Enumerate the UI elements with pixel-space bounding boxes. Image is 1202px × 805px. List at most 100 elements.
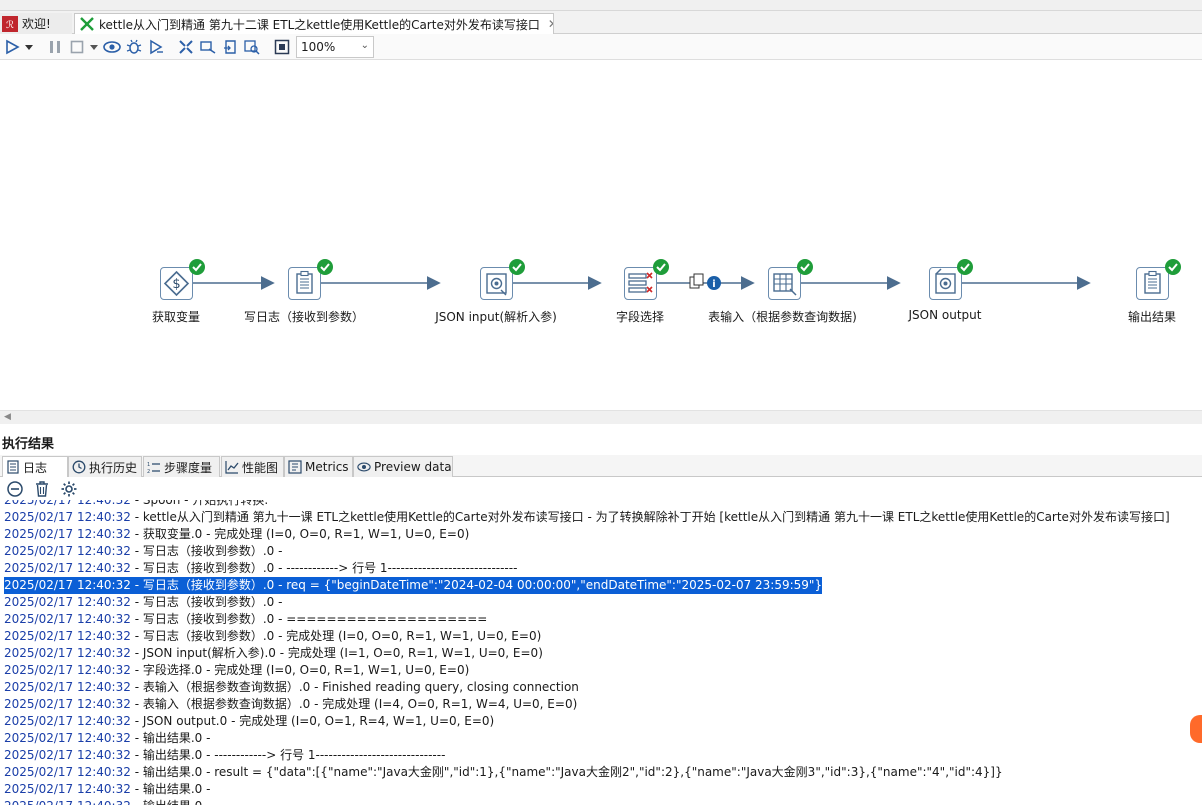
log-timestamp: 2025/02/17 12:40:32 [4, 510, 131, 524]
replay-icon[interactable] [146, 37, 165, 56]
log-message: - 写日志（接收到参数）.0 - ==================== [130, 612, 488, 626]
log-line[interactable]: 2025/02/17 12:40:32 - 输出结果.0 - [4, 781, 210, 798]
clear-log-icon[interactable] [5, 479, 25, 499]
tab-metrics-label: Metrics [305, 460, 349, 474]
transformation-icon [79, 16, 95, 32]
svg-text:i: i [712, 279, 715, 290]
window-top-strip [0, 0, 1202, 11]
log-line[interactable]: 2025/02/17 12:40:32 - JSON input(解析入参).0… [4, 645, 543, 662]
success-check-icon [317, 259, 333, 275]
log-line[interactable]: 2025/02/17 12:40:32 - 输出结果.0 - ---------… [4, 747, 445, 764]
log-text-area[interactable]: 2025/02/17 12:40:32 - Spoon - 开始执行转换. 202… [0, 500, 1202, 805]
results-tab-bar: 日志 执行历史 12 步骤度量 性能图 Metrics Preview data [0, 455, 1202, 477]
success-check-icon [189, 259, 205, 275]
log-line[interactable]: 2025/02/17 12:40:32 - 表输入（根据参数查询数据）.0 - … [4, 679, 579, 696]
transformation-canvas[interactable]: i $ 获取变量 写日志（接收到参数） JSON input(解析入参) 字段选… [0, 61, 1202, 410]
tab-step-metrics[interactable]: 12 步骤度量 [143, 456, 220, 477]
close-icon[interactable]: ✕ [548, 17, 553, 31]
log-message: - Spoon - 开始执行转换. [130, 500, 269, 507]
canvas-horizontal-scrollbar[interactable]: ◀ [0, 410, 1202, 424]
step-label: JSON input(解析入参) [435, 310, 557, 324]
log-message: - 输出结果.0 - [130, 731, 211, 745]
log-message: - 输出结果.0 - ------------> 行号 1-----------… [130, 748, 446, 762]
success-check-icon [957, 259, 973, 275]
pause-icon[interactable] [45, 37, 64, 56]
log-timestamp: 2025/02/17 12:40:32 [4, 748, 131, 762]
log-line[interactable]: 2025/02/17 12:40:32 - 获取变量.0 - 完成处理 (I=0… [4, 526, 469, 543]
log-timestamp: 2025/02/17 12:40:32 [4, 578, 131, 592]
log-settings-icon[interactable] [59, 479, 79, 499]
tab-history-label: 执行历史 [89, 460, 138, 475]
log-timestamp: 2025/02/17 12:40:32 [4, 697, 131, 711]
log-line[interactable]: 2025/02/17 12:40:32 - 写日志（接收到参数）.0 - 完成处… [4, 628, 541, 645]
log-timestamp: 2025/02/17 12:40:32 [4, 527, 131, 541]
history-icon [72, 460, 86, 474]
tab-performance[interactable]: 性能图 [221, 456, 284, 477]
tab-welcome[interactable]: ℛ 欢迎! [0, 13, 72, 34]
log-timestamp: 2025/02/17 12:40:32 [4, 595, 131, 609]
info-icon[interactable]: i [707, 276, 721, 290]
log-message: - 写日志（接收到参数）.0 - [130, 595, 283, 609]
tab-metrics[interactable]: Metrics [284, 456, 353, 477]
performance-icon [225, 460, 239, 474]
sql-icon[interactable] [220, 37, 239, 56]
tab-preview-data-label: Preview data [374, 460, 452, 474]
log-timestamp: 2025/02/17 12:40:32 [4, 765, 131, 779]
log-line[interactable]: 2025/02/17 12:40:32 - 写日志（接收到参数）.0 - [4, 594, 282, 611]
stop-dropdown-icon[interactable] [89, 37, 99, 56]
log-message: - 表输入（根据参数查询数据）.0 - 完成处理 (I=4, O=0, R=1,… [130, 697, 578, 711]
log-line[interactable]: 2025/02/17 12:40:32 - Spoon - 开始执行转换. [4, 500, 268, 509]
step-label: 获取变量 [151, 310, 200, 324]
log-message: - JSON output.0 - 完成处理 (I=0, O=1, R=4, W… [130, 714, 495, 728]
transformation-toolbar: 100% ⌄ [0, 34, 1202, 60]
tab-performance-label: 性能图 [242, 460, 279, 475]
step-label: 字段选择 [615, 310, 664, 324]
log-line[interactable]: 2025/02/17 12:40:32 - 写日志（接收到参数）.0 - req… [4, 577, 823, 594]
impact-icon[interactable] [198, 37, 217, 56]
run-icon[interactable] [2, 37, 21, 56]
tab-transformation[interactable]: kettle从入门到精通 第九十二课 ETL之kettle使用Kettle的Ca… [74, 13, 554, 34]
log-line[interactable]: 2025/02/17 12:40:32 - 写日志（接收到参数）.0 - [4, 543, 282, 560]
log-timestamp: 2025/02/17 12:40:32 [4, 612, 131, 626]
preview-icon[interactable] [102, 37, 121, 56]
copy-rows-icon [689, 273, 704, 289]
log-message: - 字段选择.0 - 完成处理 (I=0, O=0, R=1, W=1, U=0… [130, 663, 470, 677]
success-check-icon [653, 259, 669, 275]
log-line[interactable]: 2025/02/17 12:40:32 - kettle从入门到精通 第九十一课… [4, 509, 1170, 526]
log-line[interactable]: 2025/02/17 12:40:32 - 输出结果.0 - [4, 798, 210, 805]
preview-data-icon [357, 460, 371, 474]
chevron-down-icon: ⌄ [360, 39, 369, 51]
log-line[interactable]: 2025/02/17 12:40:32 - 写日志（接收到参数）.0 - ===… [4, 611, 487, 628]
scroll-left-icon[interactable]: ◀ [4, 412, 11, 422]
log-timestamp: 2025/02/17 12:40:32 [4, 561, 131, 575]
log-line[interactable]: 2025/02/17 12:40:32 - 写日志（接收到参数）.0 - ---… [4, 560, 517, 577]
log-icon [6, 460, 20, 474]
zoom-select[interactable]: 100% ⌄ [296, 35, 374, 58]
log-timestamp: 2025/02/17 12:40:32 [4, 544, 131, 558]
svg-text:ℛ: ℛ [6, 20, 14, 31]
log-line[interactable]: 2025/02/17 12:40:32 - 输出结果.0 - result = … [4, 764, 1003, 781]
log-line[interactable]: 2025/02/17 12:40:32 - JSON output.0 - 完成… [4, 713, 494, 730]
tab-preview-data[interactable]: Preview data [353, 456, 453, 477]
log-timestamp: 2025/02/17 12:40:32 [4, 714, 131, 728]
show-results-icon[interactable] [272, 37, 291, 56]
log-timestamp: 2025/02/17 12:40:32 [4, 629, 131, 643]
stop-icon[interactable] [67, 37, 86, 56]
debug-icon[interactable] [124, 37, 143, 56]
log-message: - 输出结果.0 - result = {"data":[{"name":"Ja… [130, 765, 1003, 779]
trash-icon[interactable] [32, 479, 52, 499]
explore-db-icon[interactable] [242, 37, 261, 56]
execution-results-title: 执行结果 [2, 437, 55, 452]
verify-icon[interactable] [176, 37, 195, 56]
log-line[interactable]: 2025/02/17 12:40:32 - 表输入（根据参数查询数据）.0 - … [4, 696, 577, 713]
run-dropdown-icon[interactable] [24, 37, 34, 56]
log-message: - 输出结果.0 - [130, 782, 211, 796]
svg-text:1: 1 [147, 462, 150, 468]
tab-log[interactable]: 日志 [2, 456, 68, 477]
tab-welcome-label: 欢迎! [22, 17, 51, 31]
log-line[interactable]: 2025/02/17 12:40:32 - 输出结果.0 - [4, 730, 210, 747]
log-line[interactable]: 2025/02/17 12:40:32 - 字段选择.0 - 完成处理 (I=0… [4, 662, 469, 679]
side-floating-badge[interactable] [1190, 715, 1202, 743]
tab-history[interactable]: 执行历史 [68, 456, 142, 477]
tab-transformation-label: kettle从入门到精通 第九十二课 ETL之kettle使用Kettle的Ca… [99, 17, 540, 32]
